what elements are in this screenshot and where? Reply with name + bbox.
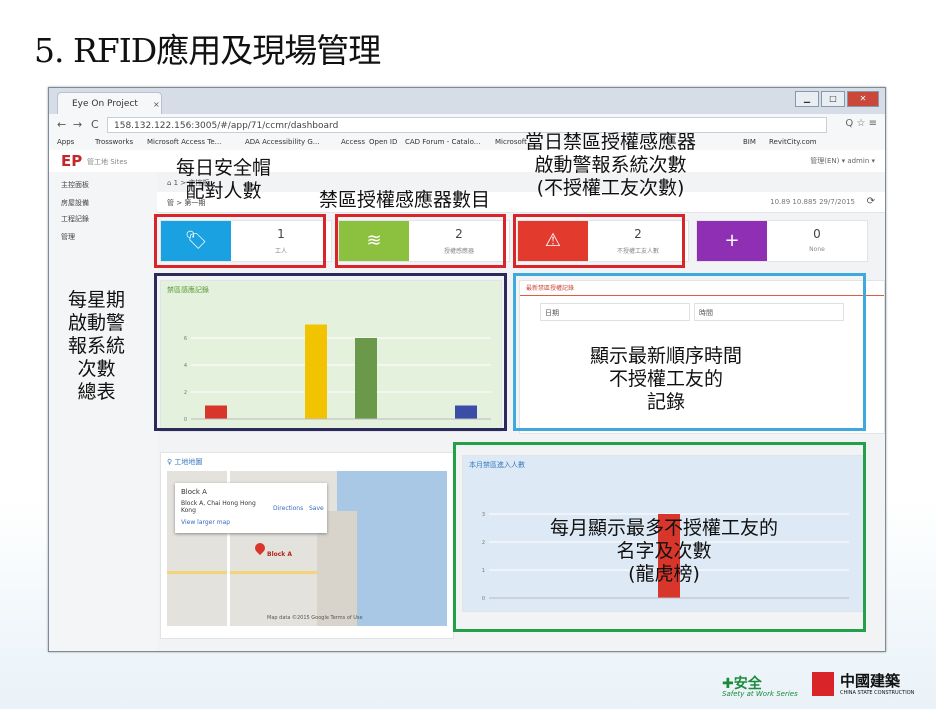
annotation-weekly: 每星期 啟動警 報系統 次數 總表 <box>68 289 126 403</box>
maximize-button[interactable]: □ <box>821 91 845 107</box>
bookmark[interactable]: Apps <box>57 138 74 146</box>
bookmark[interactable]: CAD Forum - Catalo... <box>405 138 480 146</box>
company-name-en: CHINA STATE CONSTRUCTION <box>840 690 915 696</box>
address-bar: ← → C 158.132.122.156:3005/#/app/71/ccmr… <box>49 114 885 137</box>
url-input[interactable]: 158.132.122.156:3005/#/app/71/ccmr/dashb… <box>107 117 827 133</box>
sidebar: 主控面板 房屋設備 工程記錄 管理 <box>49 172 158 651</box>
bookmark[interactable]: RevitCity.com <box>769 138 817 146</box>
info-title: Block A <box>181 488 207 496</box>
bookmark[interactable]: Open ID <box>369 138 397 146</box>
safety-sub: Safety at Work Series <box>722 690 798 698</box>
map-info-window: Block A Block A, Chai Hong Hong Kong Vie… <box>175 483 327 533</box>
annotation-box-sensors <box>335 214 506 268</box>
window-close-button[interactable]: ✕ <box>847 91 879 107</box>
app-logo[interactable]: EP <box>61 152 82 170</box>
app-header: EP 管工地 Sites 管理(EN) ▾ admin ▾ <box>49 150 885 173</box>
company-seal-icon <box>812 672 834 696</box>
bookmark[interactable]: Access <box>341 138 365 146</box>
forward-icon[interactable]: → <box>73 118 82 131</box>
refresh-icon[interactable]: ⟳ <box>867 196 875 207</box>
sidebar-item-records[interactable]: 工程記錄 <box>61 214 89 224</box>
back-icon[interactable]: ← <box>57 118 66 131</box>
reload-icon[interactable]: C <box>91 118 99 131</box>
bookmark[interactable]: BIM <box>743 138 756 146</box>
annotation-latest: 顯示最新順序時間 不授權工友的 記錄 <box>590 345 743 413</box>
sidebar-item-equipment[interactable]: 房屋設備 <box>61 198 89 208</box>
bookmark[interactable]: Microsoft <box>495 138 527 146</box>
map-attribution: Map data ©2015 Google Terms of Use <box>267 615 363 621</box>
annotation-box-weekly <box>154 273 507 431</box>
stat-value: 0 <box>813 227 821 241</box>
annotation-box-helmets <box>154 214 326 268</box>
view-larger-map-link[interactable]: View larger map <box>181 519 230 526</box>
marker-label: Block A <box>267 551 293 558</box>
bookmark[interactable]: Trossworks <box>95 138 133 146</box>
sidebar-item-dashboard[interactable]: 主控面板 <box>61 180 89 190</box>
slide-title: 5. RFID應用及現場管理 <box>34 31 381 70</box>
panel-title: ♀ 工地地圖 <box>167 458 203 466</box>
directions-link[interactable]: Directions <box>273 505 303 512</box>
site-map[interactable]: Block A Block A, Chai Hong Hong Kong Vie… <box>167 471 447 626</box>
annotation-sensors: 禁區授權感應器數目 <box>319 189 491 211</box>
save-link[interactable]: Save <box>309 505 324 512</box>
user-menu[interactable]: 管理(EN) ▾ admin ▾ <box>810 156 875 166</box>
app-name: 管工地 Sites <box>87 158 128 166</box>
bookmarks-bar: Apps Trossworks Microsoft Access Te... A… <box>49 136 885 151</box>
tab-bar: Eye On Project × ▁ □ ✕ <box>49 88 885 114</box>
close-tab-icon[interactable]: × <box>153 100 160 109</box>
company-name-cn: 中國建築 <box>840 672 901 690</box>
site-map-panel: ♀ 工地地圖 Block A Block A, Chai Hong Hong K… <box>160 452 454 639</box>
stat-card-other[interactable]: + 0 None <box>696 220 868 262</box>
annotation-helmets: 每日安全帽 配對人數 <box>176 157 272 202</box>
timestamp: 10.89 10.885 29/7/2015 <box>770 198 855 206</box>
minimize-button[interactable]: ▁ <box>795 91 819 107</box>
browser-tab[interactable]: Eye On Project <box>57 92 162 114</box>
annotation-box-alarms <box>513 214 685 268</box>
road <box>167 571 317 574</box>
browser-menu-icon[interactable]: Q ☆ ≡ <box>845 118 877 129</box>
sidebar-item-admin[interactable]: 管理 <box>61 232 75 242</box>
stat-label: None <box>809 246 825 253</box>
annotation-alarms: 當日禁區授權感應器 啟動警報系統次數 (不授權工友次數) <box>525 131 697 199</box>
annotation-monthly: 每月顯示最多不授權工友的 名字及次數 (龍虎榜) <box>550 517 779 585</box>
info-address: Block A, Chai Hong Hong Kong <box>181 500 256 514</box>
map-marker-icon[interactable] <box>252 540 268 556</box>
bookmark[interactable]: Microsoft Access Te... <box>147 138 221 146</box>
plus-icon: + <box>697 221 767 261</box>
bookmark[interactable]: ADA Accessibility G... <box>245 138 319 146</box>
